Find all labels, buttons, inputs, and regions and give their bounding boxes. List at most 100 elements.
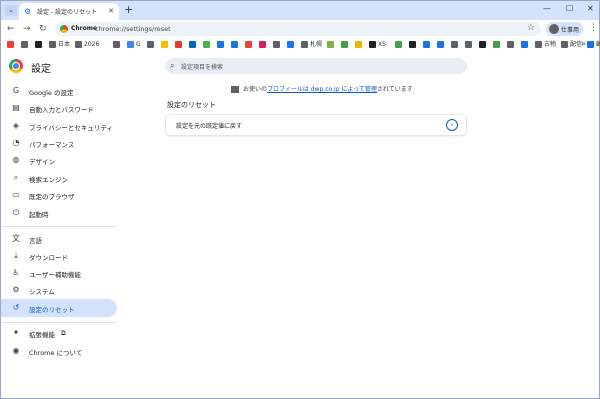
sidebar-item-startup[interactable]: ⏻ 起動時 [1,204,117,222]
maximize-button[interactable]: ☐ [566,4,573,14]
tab-close-icon[interactable]: ✕ [108,7,114,16]
bookmark-item[interactable] [507,41,514,49]
bookmark-favicon-icon [147,41,154,48]
sidebar-item-about-chrome[interactable]: ◉ Chrome について [1,342,117,360]
bookmark-favicon-icon [327,41,334,48]
sidebar-item-label: 既定のブラウザ [29,193,75,201]
bookmark-item[interactable] [493,41,500,49]
sidebar-item-performance[interactable]: ◔ パフォーマンス [1,134,117,152]
bookmark-item[interactable] [341,41,348,49]
bookmark-favicon-icon [75,41,82,48]
bookmark-item[interactable] [231,41,238,49]
bookmark-item[interactable]: 2026 [75,41,99,49]
bookmark-item[interactable]: 顧客 [587,41,600,49]
address-bar[interactable]: Chrome chrome://settings/reset ☆ [55,22,541,36]
bookmark-favicon-icon [245,41,252,48]
sidebar-item-privacy[interactable]: ◈ プライバシーとセキュリティ [1,117,117,135]
sidebar-item-downloads[interactable]: ⤓ ダウンロード [1,247,117,265]
bookmark-item[interactable] [355,41,362,49]
open-in-new-icon: ⧉ [61,329,66,337]
bookmark-item[interactable] [327,41,334,49]
bookmark-favicon-icon [437,41,444,48]
bookmark-item[interactable]: 札幌 [301,41,322,49]
bookmark-item[interactable] [113,41,120,49]
bookmark-item[interactable] [203,41,210,49]
bookmark-item[interactable] [409,41,416,49]
bookmark-item[interactable] [465,41,472,49]
sidebar-item-languages[interactable]: 文 言語 [1,230,117,248]
new-tab-button[interactable]: + [124,4,133,16]
bookmark-item[interactable] [395,41,402,49]
sidebar-item-appearance[interactable]: ◍ デザイン [1,151,117,169]
browser-menu-button[interactable]: ⋮ [589,22,598,34]
bookmark-item[interactable] [217,41,224,49]
tab-settings[interactable]: ⚙ 設定 - 設定のリセット ✕ [19,3,119,20]
autofill-icon: ▤ [12,103,20,112]
managed-profile-link[interactable]: プロフィールは dwp.co.jp によって管理 [267,86,377,93]
sidebar-item-default-browser[interactable]: ▭ 既定のブラウザ [1,186,117,204]
bookmark-favicon-icon [561,41,568,48]
bookmark-favicon-icon [287,41,294,48]
bookmark-favicon-icon [409,41,416,48]
sidebar-item-label: Chrome について [29,349,83,357]
forward-button[interactable]: → [23,23,31,35]
restore-defaults-row[interactable]: 設定を元の既定値に戻す › [166,115,466,135]
bookmark-item[interactable] [437,41,444,49]
back-button[interactable]: ← [7,23,15,35]
bookmark-item[interactable] [161,41,168,49]
bookmark-favicon-icon [521,41,528,48]
extensions-icon: ✦ [12,328,20,337]
bookmark-item[interactable] [245,41,252,49]
settings-search-field[interactable]: ⌕ 設定項目を検索 [165,58,467,74]
sidebar-item-extensions[interactable]: ✦ 拡張機能 ⧉ [1,324,117,342]
bookmark-item[interactable]: 古物 [535,41,556,49]
bookmark-item[interactable] [21,41,28,49]
bookmark-item[interactable] [35,41,42,49]
bookmark-favicon-icon [507,41,514,48]
download-icon: ⤓ [14,251,18,260]
tab-strip: ⌄ ⚙ 設定 - 設定のリセット ✕ + — ☐ ✕ [1,1,599,20]
sidebar-item-accessibility[interactable]: ♿ ユーザー補助機能 [1,264,117,282]
bookmark-item[interactable] [147,41,154,49]
bookmark-label: 配信 [570,41,583,48]
bookmark-item[interactable] [451,41,458,49]
bookmark-label: 札幌 [310,41,323,48]
performance-icon: ◔ [12,138,20,147]
sidebar-item-system[interactable]: ⚙ システム [1,281,117,299]
minimize-button[interactable]: — [543,4,551,14]
avatar [549,24,559,34]
bookmark-item[interactable]: 配信 [561,41,582,49]
bookmark-favicon-icon [175,41,182,48]
bookmark-item[interactable] [273,41,280,49]
sidebar-item-label: システム [29,288,55,296]
sidebar-item-reset[interactable]: ↺ 設定のリセット [1,299,117,317]
sidebar-item-search-engine[interactable]: ⌕ 検索エンジン [1,169,117,187]
bookmark-item[interactable] [7,41,14,49]
bookmark-label: XS [378,41,386,48]
bookmark-item[interactable] [423,41,430,49]
sidebar-item-autofill[interactable]: ▤ 自動入力とパスワード [1,99,117,117]
bookmark-favicon-icon [7,41,14,48]
bookmark-favicon-icon [49,41,56,48]
bookmark-item[interactable]: XS [369,41,386,49]
bookmark-item[interactable] [189,41,196,49]
close-window-button[interactable]: ✕ [587,4,594,14]
bookmark-item[interactable] [479,41,486,49]
bookmark-item[interactable] [175,41,182,49]
tab-search-button[interactable]: ⌄ [5,5,17,16]
url-text[interactable]: chrome://settings/reset [95,25,171,33]
reset-icon: ↺ [12,303,20,312]
bookmark-item[interactable] [259,41,266,49]
arrow-right-icon[interactable]: › [446,119,458,131]
sidebar-item-google[interactable]: G Google の設定 [1,82,117,100]
bookmarks-bar: » 日本2026G札幌XS古物配信顧客 [1,38,600,52]
reload-button[interactable]: ↻ [39,23,47,35]
profile-button[interactable]: 仕事用 [546,22,583,36]
bookmark-star-icon[interactable]: ☆ [527,23,535,33]
bookmark-item[interactable] [287,41,294,49]
bookmark-item[interactable] [521,41,528,49]
bookmark-item[interactable]: 日本 [49,41,70,49]
bookmark-favicon-icon [35,41,42,48]
bookmark-item[interactable]: G [127,41,141,49]
managed-prefix: お使いの [243,86,268,93]
